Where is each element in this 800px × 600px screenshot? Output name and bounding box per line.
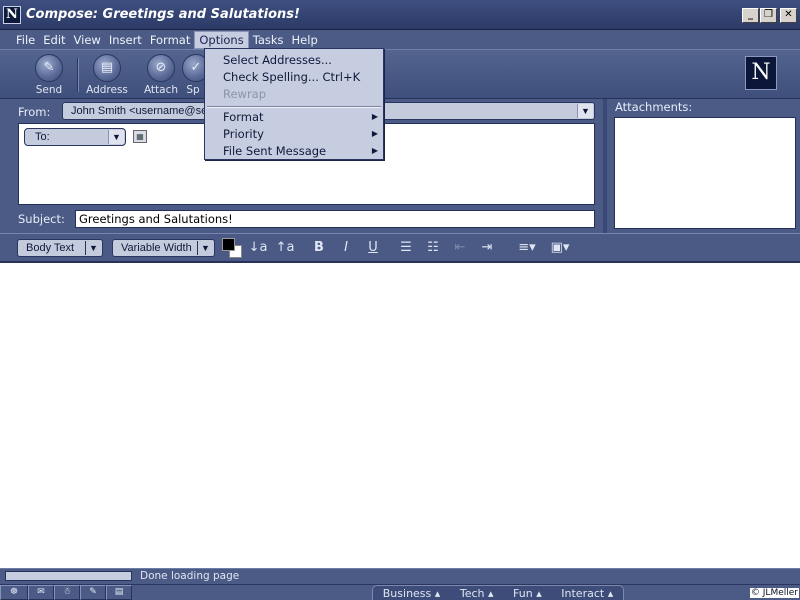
paperclip-icon: ⊘ bbox=[147, 54, 175, 82]
to-type-select[interactable]: To: ▼ bbox=[24, 128, 126, 146]
window-controls: _ ❐ ✕ bbox=[742, 8, 797, 23]
menu-tasks[interactable]: Tasks bbox=[249, 32, 288, 48]
window-title: Compose: Greetings and Salutations! bbox=[26, 7, 300, 22]
close-icon[interactable]: ✕ bbox=[780, 8, 797, 23]
address-button[interactable]: ▤ Address bbox=[82, 54, 132, 96]
menu-item-priority[interactable]: Priority ▶ bbox=[205, 126, 383, 142]
numbered-list-icon[interactable]: ☷ bbox=[423, 240, 443, 255]
font-select[interactable]: Variable Width ▼ bbox=[112, 239, 215, 257]
menu-item-priority-label: Priority bbox=[223, 127, 264, 141]
address-label: Address bbox=[86, 84, 128, 96]
increase-font-size-button[interactable]: ↑a bbox=[275, 240, 295, 255]
instant-messenger-icon[interactable]: ☃ bbox=[54, 585, 80, 600]
chevron-down-icon[interactable]: ▼ bbox=[108, 130, 124, 144]
paragraph-style-value: Body Text bbox=[26, 242, 75, 254]
menu-separator bbox=[207, 106, 381, 108]
menu-bar: File Edit View Insert Format Options Tas… bbox=[0, 30, 800, 49]
status-text: Done loading page bbox=[140, 570, 240, 582]
format-toolbar: Body Text ▼ Variable Width ▼ ↓a ↑a B I U… bbox=[0, 233, 800, 263]
menu-format[interactable]: Format bbox=[146, 32, 195, 48]
attach-button[interactable]: ⊘ Attach bbox=[136, 54, 186, 96]
component-icons: ☸ ✉ ☃ ✎ ▤ bbox=[0, 585, 132, 600]
spelling-button[interactable]: ✓ Sp bbox=[182, 54, 204, 96]
menu-options[interactable]: Options bbox=[194, 30, 249, 49]
chevron-down-icon[interactable]: ▼ bbox=[577, 104, 593, 118]
main-toolbar: ✎ Send ▤ Address ⊘ Attach ✓ Sp N bbox=[0, 49, 800, 99]
chevron-down-icon[interactable]: ▼ bbox=[85, 241, 101, 255]
toolbar-separator bbox=[77, 58, 79, 92]
menu-item-file-sent-message-label: File Sent Message bbox=[223, 144, 327, 158]
insert-object-icon[interactable]: ▣▾ bbox=[547, 240, 573, 255]
paragraph-style-select[interactable]: Body Text ▼ bbox=[17, 239, 103, 257]
minimize-icon[interactable]: _ bbox=[742, 8, 759, 23]
attachments-label: Attachments: bbox=[615, 100, 693, 114]
restore-icon[interactable]: ❐ bbox=[760, 8, 777, 23]
menu-item-format[interactable]: Format ▶ bbox=[205, 109, 383, 125]
link-tech[interactable]: Tech ▴ bbox=[460, 587, 494, 600]
underline-button[interactable]: U bbox=[363, 240, 383, 255]
composer-icon[interactable]: ✎ bbox=[80, 585, 106, 600]
options-menu: Select Addresses... Check Spelling... Ct… bbox=[204, 48, 384, 160]
attachments-panel: Attachments: bbox=[603, 99, 800, 233]
spelling-icon: ✓ bbox=[182, 54, 204, 82]
to-label: To: bbox=[35, 131, 50, 143]
message-body[interactable] bbox=[0, 265, 800, 568]
app-logo-icon[interactable]: N bbox=[3, 5, 21, 24]
mail-icon[interactable]: ✉ bbox=[28, 585, 54, 600]
chevron-right-icon: ▶ bbox=[371, 129, 378, 138]
menu-item-rewrap: Rewrap bbox=[223, 87, 267, 101]
status-bar: Done loading page bbox=[0, 568, 800, 584]
italic-button[interactable]: I bbox=[336, 240, 356, 255]
font-value: Variable Width bbox=[121, 242, 192, 254]
component-bar: ☸ ✉ ☃ ✎ ▤ Business ▴ Tech ▴ Fun ▴ Intera… bbox=[0, 584, 800, 600]
menu-item-check-spelling[interactable]: Check Spelling... Ctrl+K bbox=[205, 69, 383, 85]
netscape-logo: N bbox=[745, 56, 777, 90]
from-value: John Smith <username@ser bbox=[71, 105, 211, 117]
menu-view[interactable]: View bbox=[70, 32, 105, 48]
from-label: From: bbox=[18, 105, 51, 119]
address-book-icon: ▤ bbox=[93, 54, 121, 82]
menu-item-file-sent-message[interactable]: File Sent Message ▶ bbox=[205, 143, 383, 159]
foreground-color-swatch bbox=[222, 238, 235, 251]
bold-button[interactable]: B bbox=[309, 240, 329, 255]
address-card-icon[interactable]: ▦ bbox=[133, 130, 147, 143]
chevron-down-icon[interactable]: ▼ bbox=[197, 241, 213, 255]
chevron-right-icon: ▶ bbox=[371, 112, 378, 121]
bullet-list-icon[interactable]: ☰ bbox=[396, 240, 416, 255]
menu-file[interactable]: File bbox=[12, 32, 39, 48]
navigator-icon[interactable]: ☸ bbox=[0, 585, 28, 600]
spelling-label: Sp bbox=[186, 84, 200, 96]
alignment-icon[interactable]: ≡▾ bbox=[514, 240, 540, 255]
decrease-font-size-button[interactable]: ↓a bbox=[248, 240, 268, 255]
chevron-right-icon: ▶ bbox=[371, 146, 378, 155]
menu-edit[interactable]: Edit bbox=[39, 32, 69, 48]
attach-label: Attach bbox=[143, 84, 179, 96]
link-business[interactable]: Business ▴ bbox=[383, 587, 441, 600]
links-tab: Business ▴ Tech ▴ Fun ▴ Interact ▴ bbox=[372, 585, 624, 600]
attachments-list[interactable] bbox=[614, 117, 796, 229]
outdent-icon[interactable]: ⇤ bbox=[450, 240, 470, 255]
menu-insert[interactable]: Insert bbox=[105, 32, 146, 48]
subject-label: Subject: bbox=[18, 212, 65, 226]
address-book-icon[interactable]: ▤ bbox=[106, 585, 132, 600]
link-fun[interactable]: Fun ▴ bbox=[513, 587, 542, 600]
menu-item-select-addresses[interactable]: Select Addresses... bbox=[205, 52, 383, 68]
text-color-picker[interactable] bbox=[222, 238, 242, 258]
progress-bar bbox=[5, 571, 132, 581]
menu-item-format-label: Format bbox=[223, 110, 264, 124]
subject-input[interactable]: Greetings and Salutations! bbox=[75, 210, 595, 228]
send-label: Send bbox=[35, 84, 63, 96]
link-interact[interactable]: Interact ▴ bbox=[561, 587, 613, 600]
send-icon: ✎ bbox=[35, 54, 63, 82]
copyright-text: © JLMeller bbox=[749, 588, 799, 598]
menu-help[interactable]: Help bbox=[288, 32, 322, 48]
send-button[interactable]: ✎ Send bbox=[24, 54, 74, 96]
title-bar[interactable]: N Compose: Greetings and Salutations! _ … bbox=[0, 0, 800, 30]
indent-icon[interactable]: ⇥ bbox=[477, 240, 497, 255]
